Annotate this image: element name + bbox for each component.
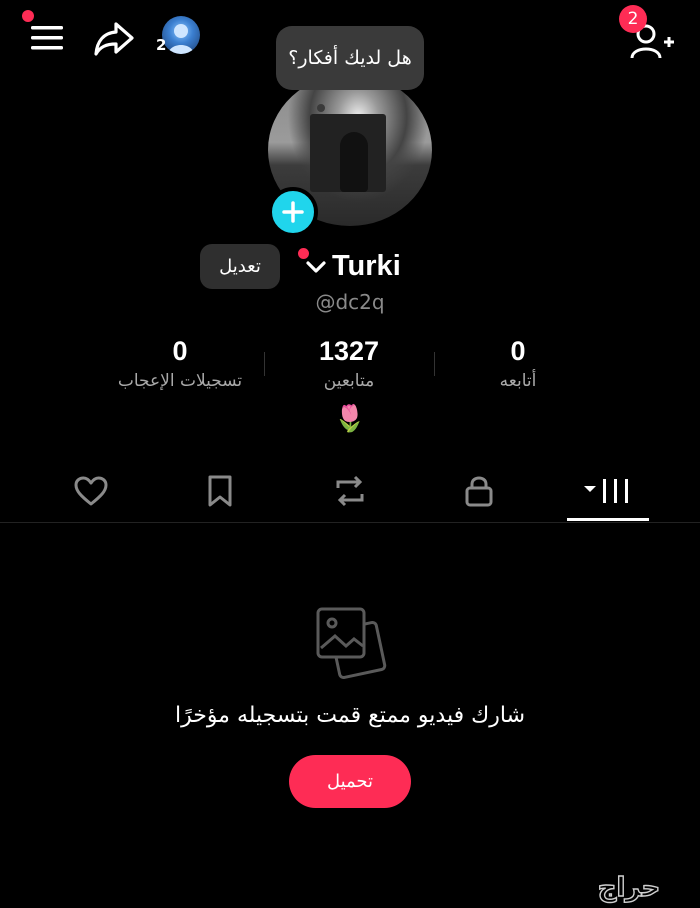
following-label: أتابعه	[499, 371, 537, 391]
follow-request-badge: 2	[619, 5, 647, 33]
menu-notification-dot	[22, 10, 34, 22]
likes-label: تسجيلات الإعجاب	[117, 371, 243, 391]
thought-bubble[interactable]: هل لديك أفكار؟	[276, 26, 424, 90]
upload-button[interactable]: تحميل	[289, 755, 411, 808]
followers-count: 1327	[318, 336, 380, 366]
likes-count: 0	[172, 336, 188, 366]
tab-videos[interactable]	[578, 470, 640, 512]
empty-photos-icon	[313, 604, 387, 680]
add-story-button[interactable]	[268, 187, 318, 237]
bio-emoji: 🌷	[333, 404, 367, 434]
bookmark-icon	[208, 475, 232, 507]
heart-icon	[74, 476, 108, 506]
plus-icon	[282, 201, 304, 223]
username: @dc2q	[315, 290, 385, 314]
hamburger-menu-icon	[31, 26, 63, 50]
svg-text:حراج: حراج	[598, 873, 661, 903]
following-stat[interactable]: 0 أتابعه	[428, 336, 608, 391]
tab-reposts[interactable]	[320, 470, 380, 512]
followers-label: متابعين	[323, 371, 375, 391]
tab-favorites[interactable]	[190, 470, 250, 512]
linked-account-avatar[interactable]	[162, 16, 200, 54]
menu-button[interactable]	[28, 22, 66, 54]
lock-icon	[465, 476, 493, 507]
videos-grid-icon	[584, 479, 628, 503]
tabs-bottom-border	[0, 522, 700, 523]
linked-account-count: 2	[156, 36, 167, 54]
person-silhouette-icon	[168, 24, 194, 54]
tab-private[interactable]	[449, 470, 509, 512]
thought-bubble-tail	[317, 104, 325, 112]
display-name: Turki	[332, 250, 401, 282]
avatar-figure-shape	[340, 132, 368, 192]
chevron-down-icon	[306, 260, 326, 273]
likes-stat[interactable]: 0 تسجيلات الإعجاب	[90, 336, 270, 391]
share-profile-button[interactable]	[92, 18, 136, 58]
empty-state-message: شارك فيديو ممتع قمت بتسجيله مؤخرًا	[174, 703, 526, 728]
share-arrow-icon	[94, 22, 134, 56]
active-tab-indicator	[567, 518, 649, 521]
account-switcher[interactable]: Turki	[304, 250, 401, 283]
repost-icon	[336, 475, 364, 507]
following-count: 0	[510, 336, 526, 366]
haraj-watermark-logo: حراج	[566, 870, 692, 904]
tab-liked[interactable]	[61, 470, 121, 512]
edit-profile-button[interactable]: تعديل	[200, 244, 280, 289]
followers-stat[interactable]: 1327 متابعين	[259, 336, 439, 391]
